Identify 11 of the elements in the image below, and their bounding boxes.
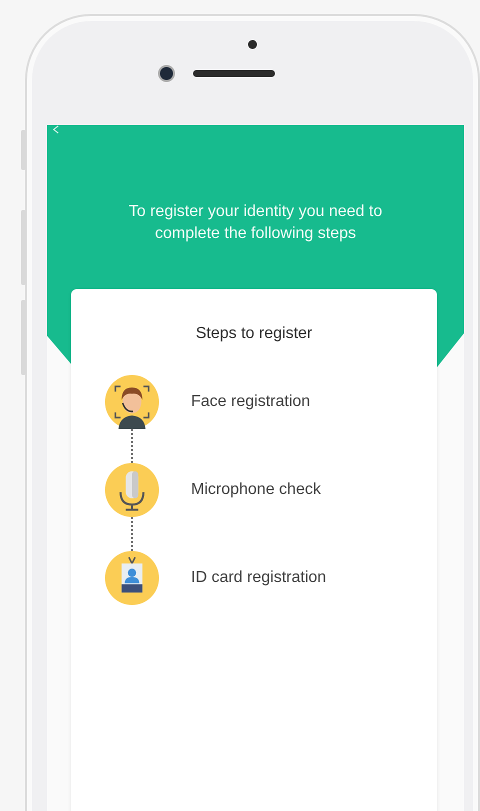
microphone-icon: [105, 463, 159, 517]
id-badge-icon: [105, 551, 159, 605]
person-headset-icon: [105, 375, 159, 429]
step-label: Face registration: [191, 392, 310, 412]
speaker-grille-icon: [193, 70, 275, 77]
step-label: Microphone check: [191, 480, 321, 500]
sensor-dot-icon: [248, 40, 257, 49]
card-title: Steps to register: [194, 325, 314, 343]
camera-icon: [160, 67, 173, 80]
step-label: ID card registration: [191, 568, 326, 588]
header-message: To register your identity you need to complete the following steps: [128, 202, 384, 244]
